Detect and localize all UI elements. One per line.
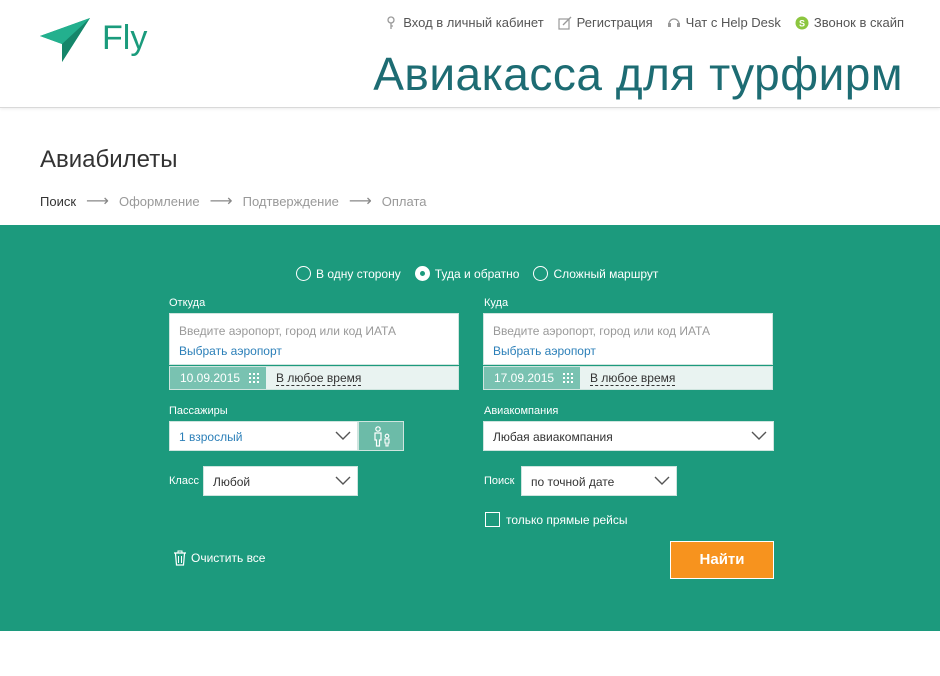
trip-type-one-way-label: В одну сторону [316, 266, 401, 281]
to-time-select[interactable]: В любое время [590, 371, 676, 386]
airline-label: Авиакомпания [484, 405, 559, 417]
arrow-right-icon: ⟶ [209, 193, 233, 210]
helpdesk-chat-link-label: Чат с Help Desk [685, 15, 781, 30]
trip-type-round-trip[interactable]: Туда и обратно [414, 266, 520, 281]
to-choose-airport-link[interactable]: Выбрать аэропорт [493, 344, 596, 358]
find-button[interactable]: Найти [670, 541, 774, 579]
calendar-icon[interactable] [248, 372, 260, 384]
trip-type-group: В одну сторону Туда и обратно Сложный ма… [296, 266, 658, 281]
chevron-down-icon [335, 431, 351, 440]
step-confirmation: Подтверждение [242, 193, 339, 209]
search-mode-label: Поиск [484, 475, 515, 487]
register-link-label: Регистрация [576, 15, 653, 30]
page-title: Авиабилеты [40, 146, 178, 173]
search-mode-select[interactable]: по точной дате [521, 466, 677, 496]
trip-type-multi-city[interactable]: Сложный маршрут [533, 266, 658, 281]
radio-icon [533, 266, 549, 281]
paper-plane-logo-icon [40, 18, 90, 62]
from-field[interactable]: Введите аэропорт, город или код ИАТА Выб… [169, 313, 459, 365]
trash-icon [174, 550, 186, 566]
arrow-right-icon: ⟶ [348, 193, 372, 210]
from-label: Откуда [169, 297, 206, 309]
logo[interactable]: Fly [40, 16, 147, 68]
direct-flights-checkbox[interactable]: только прямые рейсы [485, 512, 628, 527]
login-link-label: Вход в личный кабинет [403, 15, 544, 30]
radio-checked-icon [414, 266, 430, 281]
chevron-down-icon [654, 476, 670, 485]
search-panel: В одну сторону Туда и обратно Сложный ма… [0, 225, 940, 631]
calendar-icon[interactable] [562, 372, 574, 384]
from-date-row: 10.09.2015 В любое время [169, 366, 459, 390]
key-icon [387, 15, 395, 29]
airline-value: Любая авиакомпания [493, 430, 613, 444]
to-input[interactable]: Введите аэропорт, город или код ИАТА [493, 324, 710, 338]
radio-icon [296, 266, 311, 281]
arrow-right-icon: ⟶ [86, 193, 109, 210]
login-link[interactable]: Вход в личный кабинет [384, 15, 544, 30]
passengers-value: 1 взрослый [179, 430, 243, 444]
skype-call-link[interactable]: S Звонок в скайп [795, 15, 904, 30]
logo-text: Fly [102, 18, 148, 57]
register-link[interactable]: Регистрация [558, 15, 653, 30]
chevron-down-icon [335, 476, 351, 485]
to-date-value: 17.09.2015 [494, 371, 555, 385]
skype-icon: S [795, 16, 809, 29]
from-choose-airport-link[interactable]: Выбрать аэропорт [179, 344, 282, 358]
trip-type-multi-city-label: Сложный маршрут [553, 266, 659, 281]
passengers-label: Пассажиры [169, 405, 228, 417]
adult-child-icon [374, 426, 390, 447]
skype-call-link-label: Звонок в скайп [813, 15, 904, 30]
from-input[interactable]: Введите аэропорт, город или код ИАТА [179, 324, 396, 338]
headset-icon [667, 17, 680, 27]
chevron-down-icon [751, 431, 767, 440]
clear-all-label: Очистить все [191, 551, 266, 565]
direct-flights-label: только прямые рейсы [506, 512, 628, 527]
top-links: Вход в личный кабинет Регистрация Чат с … [384, 15, 904, 30]
passenger-types-button[interactable] [358, 421, 404, 451]
passengers-select[interactable]: 1 взрослый [169, 421, 358, 451]
clear-all-button[interactable]: Очистить все [173, 550, 265, 566]
search-mode-value: по точной дате [531, 475, 615, 489]
trip-type-round-trip-label: Туда и обратно [434, 266, 520, 281]
edit-icon [558, 16, 572, 30]
airline-select[interactable]: Любая авиакомпания [483, 421, 774, 451]
step-payment: Оплата [381, 193, 427, 209]
site-header: Fly Вход в личный кабинет Регистрация Ча… [0, 0, 940, 108]
checkbox-icon [485, 512, 500, 527]
step-checkout: Оформление [118, 193, 200, 209]
from-date-value: 10.09.2015 [180, 371, 241, 385]
svg-text:S: S [799, 18, 805, 28]
tagline: Авиакасса для турфирм [373, 48, 903, 100]
class-value: Любой [213, 475, 251, 489]
to-field[interactable]: Введите аэропорт, город или код ИАТА Выб… [483, 313, 773, 365]
booking-steps: Поиск ⟶ Оформление ⟶ Подтверждение ⟶ Опл… [40, 191, 427, 211]
helpdesk-chat-link[interactable]: Чат с Help Desk [667, 15, 781, 30]
trip-type-one-way[interactable]: В одну сторону [296, 266, 401, 281]
step-search: Поиск [40, 193, 77, 209]
from-time-select[interactable]: В любое время [276, 371, 362, 386]
class-label: Класс [169, 475, 199, 487]
to-label: Куда [484, 297, 509, 309]
to-date-row: 17.09.2015 В любое время [483, 366, 773, 390]
class-select[interactable]: Любой [203, 466, 358, 496]
